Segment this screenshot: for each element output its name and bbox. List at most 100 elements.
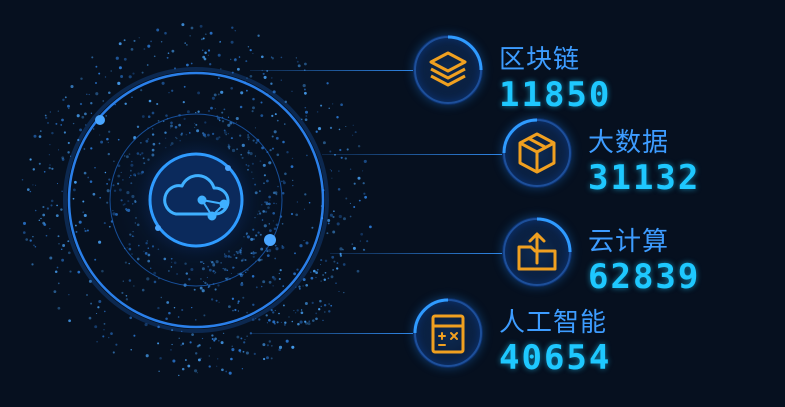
particle: [362, 170, 364, 172]
particle: [318, 308, 321, 311]
particle: [245, 351, 249, 355]
particle: [335, 282, 337, 285]
particle: [295, 57, 297, 59]
particle: [329, 126, 333, 130]
particle: [44, 114, 47, 117]
particle: [296, 309, 299, 312]
particle: [330, 170, 333, 172]
particle: [147, 44, 151, 48]
particle: [180, 344, 183, 347]
particle: [271, 147, 275, 150]
particle: [90, 112, 93, 114]
particle: [159, 356, 162, 360]
particle: [332, 230, 336, 234]
particle: [40, 217, 42, 220]
particle: [312, 319, 315, 322]
particle: [268, 249, 272, 253]
particle: [227, 116, 230, 118]
particle: [190, 26, 194, 30]
particle: [260, 258, 263, 261]
particle: [305, 115, 308, 117]
particle: [217, 93, 220, 96]
particle: [61, 156, 65, 160]
particle: [280, 79, 282, 81]
particle: [107, 152, 110, 156]
particle: [194, 352, 198, 355]
particle: [138, 37, 140, 39]
particle: [108, 225, 111, 228]
particle: [366, 240, 369, 243]
particle: [76, 114, 80, 118]
particle: [247, 46, 250, 48]
particle: [330, 275, 334, 279]
particle: [171, 89, 174, 92]
particle: [316, 268, 319, 271]
particle: [197, 110, 200, 113]
orbit-dot: [155, 225, 161, 231]
particle: [45, 116, 48, 120]
particle: [167, 52, 170, 55]
connector-line: [250, 70, 415, 71]
particle: [157, 306, 160, 310]
particle: [266, 356, 269, 360]
particle: [322, 319, 324, 322]
particle: [186, 63, 189, 67]
particle: [57, 306, 61, 310]
particle: [70, 84, 74, 89]
particle: [271, 345, 273, 347]
particle: [345, 197, 348, 200]
particle: [202, 37, 205, 40]
particle: [113, 160, 115, 163]
particle: [291, 90, 293, 92]
particle: [38, 162, 41, 165]
particle: [106, 137, 109, 141]
particle: [204, 51, 207, 55]
particle: [191, 333, 194, 336]
particle: [304, 91, 307, 95]
particle: [128, 279, 132, 282]
particle: [33, 244, 35, 247]
particle: [105, 115, 108, 117]
particle: [199, 24, 203, 28]
particle: [161, 81, 165, 85]
particle: [339, 254, 343, 257]
particle: [208, 110, 210, 112]
particle: [164, 31, 167, 35]
particle: [311, 301, 314, 304]
particle: [49, 164, 51, 166]
particle: [231, 348, 235, 352]
particle: [282, 285, 285, 287]
particle: [257, 34, 260, 37]
particle: [315, 130, 318, 133]
particle: [158, 370, 160, 372]
particle: [292, 184, 294, 187]
particle: [298, 287, 301, 290]
particle: [306, 154, 308, 157]
particle: [153, 280, 157, 284]
particle: [359, 240, 361, 242]
particle: [333, 260, 336, 263]
particle: [209, 347, 212, 349]
particle: [304, 110, 309, 114]
particle: [363, 192, 366, 195]
particle: [328, 107, 330, 109]
particle: [110, 70, 112, 72]
particle: [90, 302, 93, 305]
particle: [86, 294, 88, 296]
particle: [319, 264, 322, 266]
particle: [354, 131, 357, 134]
particle: [320, 280, 322, 282]
particle: [148, 99, 152, 103]
particle: [128, 75, 132, 79]
particle: [123, 39, 126, 42]
particle: [276, 119, 279, 122]
particle: [315, 276, 317, 279]
particle: [278, 312, 280, 315]
particle: [208, 365, 211, 368]
particle: [272, 311, 275, 314]
particle: [319, 299, 322, 303]
particle: [32, 184, 34, 186]
particle: [39, 130, 42, 132]
particle: [308, 201, 311, 204]
particle: [166, 56, 169, 59]
